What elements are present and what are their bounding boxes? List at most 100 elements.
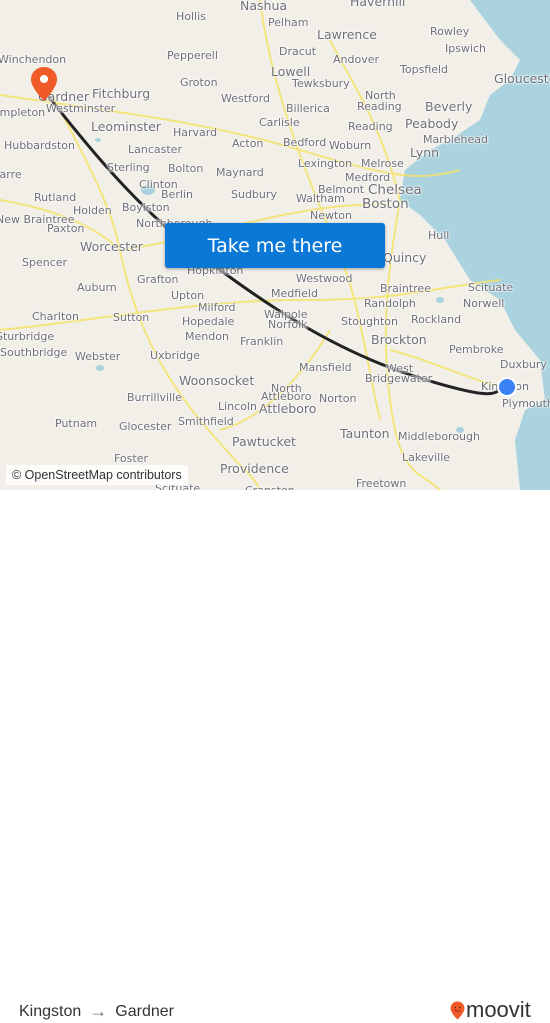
place-label: Foster (114, 452, 148, 465)
place-label: Pelham (268, 16, 309, 29)
take-me-there-button[interactable]: Take me there (165, 223, 385, 268)
place-label: Lincoln (218, 400, 257, 413)
place-label: Bedford (283, 136, 327, 149)
place-label: Hopedale (182, 315, 235, 328)
place-label: Hull (428, 229, 450, 242)
place-label: Westford (221, 92, 270, 105)
place-label: Randolph (364, 297, 416, 310)
place-label: Paxton (47, 222, 85, 235)
place-label: Grafton (137, 273, 179, 286)
place-label: Nashua (240, 0, 288, 13)
place-label: Rockland (411, 313, 462, 326)
place-label: Winchendon (0, 53, 67, 66)
place-label: Beverly (425, 99, 473, 114)
place-label: Westwood (296, 272, 353, 285)
place-label: Reading (357, 100, 402, 113)
place-label: Upton (171, 289, 205, 302)
place-label: Leominster (91, 119, 161, 134)
place-label: Norwell (463, 297, 505, 310)
map-view[interactable]: Nashua Haverhill Hollis Pelham Lawrence Rowle… (0, 0, 550, 490)
moovit-logo[interactable]: moovit (450, 997, 531, 1023)
place-label: Charlton (32, 310, 79, 323)
footer: Kingston → Gardner moovit (0, 490, 550, 1022)
place-label: Medfield (271, 287, 318, 300)
place-label: Sterling (107, 161, 150, 174)
place-label: Mansfield (299, 361, 352, 374)
place-label: Burrillville (127, 391, 182, 404)
place-label: Bolton (168, 162, 204, 175)
place-label: Ipswich (445, 42, 487, 55)
brand-name: moovit (466, 997, 531, 1022)
place-label: Woonsocket (179, 373, 255, 388)
place-label: Braintree (380, 282, 431, 295)
place-label: Waltham (296, 192, 345, 205)
place-label: Billerica (286, 102, 330, 115)
place-label: Boston (362, 196, 409, 212)
place-label: Haverhill (350, 0, 406, 9)
origin-name: Kingston (19, 1002, 82, 1020)
place-label: Andover (333, 53, 380, 66)
route-summary: Kingston → Gardner (19, 1001, 174, 1022)
place-label: Franklin (240, 335, 284, 348)
place-label: Webster (75, 350, 121, 363)
place-label: Acton (232, 137, 264, 150)
place-label: Reading (348, 120, 393, 133)
place-label: Pepperell (167, 49, 218, 62)
place-label: Templeton (0, 106, 46, 119)
place-label: Lawrence (317, 27, 377, 42)
place-label: Pembroke (449, 343, 504, 356)
place-label: Boylston (122, 201, 170, 214)
place-label: Southbridge (0, 346, 68, 359)
place-label: Marblehead (423, 133, 489, 146)
place-label: Mendon (185, 330, 229, 343)
place-label: Maynard (216, 166, 264, 179)
place-label: Dracut (279, 45, 317, 58)
place-label: Auburn (77, 281, 117, 294)
place-label: Rutland (34, 191, 77, 204)
place-label: Barre (0, 168, 22, 181)
place-label: Woburn (329, 139, 372, 152)
place-label: Berlin (161, 188, 193, 201)
moovit-pin-icon (450, 1001, 465, 1019)
place-label: Stoughton (341, 315, 398, 328)
place-label: Holden (73, 204, 112, 217)
place-label: Brockton (371, 332, 427, 347)
place-label: Carlisle (259, 116, 300, 129)
place-label: Norfolk (268, 318, 308, 331)
place-label: Westminster (46, 102, 116, 115)
place-label: Middleborough (398, 430, 480, 443)
place-label: Spencer (22, 256, 68, 269)
place-label: Duxbury (500, 358, 547, 371)
place-label: Newton (310, 209, 353, 222)
place-label: Pawtucket (232, 434, 296, 449)
place-label: Hubbardston (4, 139, 76, 152)
place-label: Melrose (361, 157, 404, 170)
map-attribution[interactable]: © OpenStreetMap contributors (6, 465, 188, 485)
destination-pin-icon[interactable] (30, 66, 58, 102)
place-label: Sudbury (231, 188, 277, 201)
place-label: Scituate (468, 281, 514, 294)
place-label: Lakeville (402, 451, 451, 464)
place-label: Freetown (356, 477, 407, 490)
destination-name: Gardner (115, 1002, 174, 1020)
place-label: Taunton (340, 426, 390, 441)
place-label: Tewksbury (292, 77, 350, 90)
origin-marker[interactable] (497, 377, 517, 397)
arrow-right-icon: → (89, 1001, 108, 1021)
place-label: Fitchburg (92, 86, 151, 101)
place-label: Plymouth (502, 397, 550, 410)
place-label: Gloucester (494, 71, 550, 86)
place-label: Glocester (119, 420, 172, 433)
place-label: Providence (220, 461, 289, 476)
place-label: Rowley (430, 25, 470, 38)
place-label: Uxbridge (150, 349, 200, 362)
place-label: Lexington (298, 157, 353, 170)
place-label: Hollis (176, 10, 206, 23)
place-label: Groton (180, 76, 218, 89)
place-label: Worcester (80, 239, 143, 254)
place-label: Bridgewater (365, 372, 433, 385)
place-label: Lancaster (128, 143, 182, 156)
place-label: Sutton (113, 311, 150, 324)
place-label: Smithfield (178, 415, 234, 428)
place-label: Milford (198, 301, 236, 314)
